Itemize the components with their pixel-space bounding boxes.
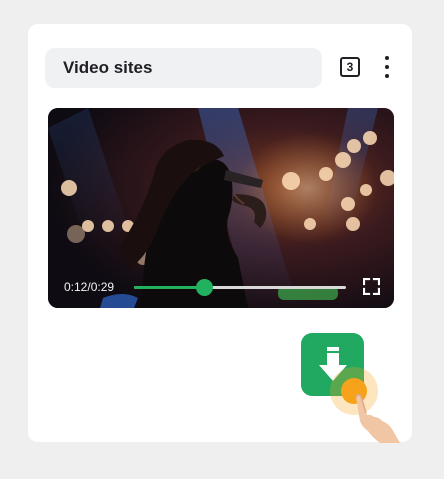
address-bar[interactable]: Video sites bbox=[45, 48, 322, 88]
browser-card: Video sites 3 0:12/0:29 bbox=[28, 24, 412, 443]
video-progress-fill bbox=[134, 286, 204, 289]
address-bar-title: Video sites bbox=[63, 58, 153, 77]
tab-count-button[interactable]: 3 bbox=[340, 57, 360, 77]
concert-video-frame bbox=[48, 108, 394, 308]
tap-hand-icon bbox=[330, 367, 400, 443]
video-player[interactable]: 0:12/0:29 bbox=[48, 108, 394, 308]
video-progress-thumb[interactable] bbox=[195, 279, 213, 296]
video-progress-bar[interactable] bbox=[134, 279, 346, 296]
fullscreen-icon[interactable] bbox=[363, 278, 380, 295]
tab-count-label: 3 bbox=[346, 60, 354, 74]
more-vertical-icon[interactable] bbox=[379, 56, 395, 78]
video-time-display: 0:12/0:29 bbox=[64, 280, 115, 294]
